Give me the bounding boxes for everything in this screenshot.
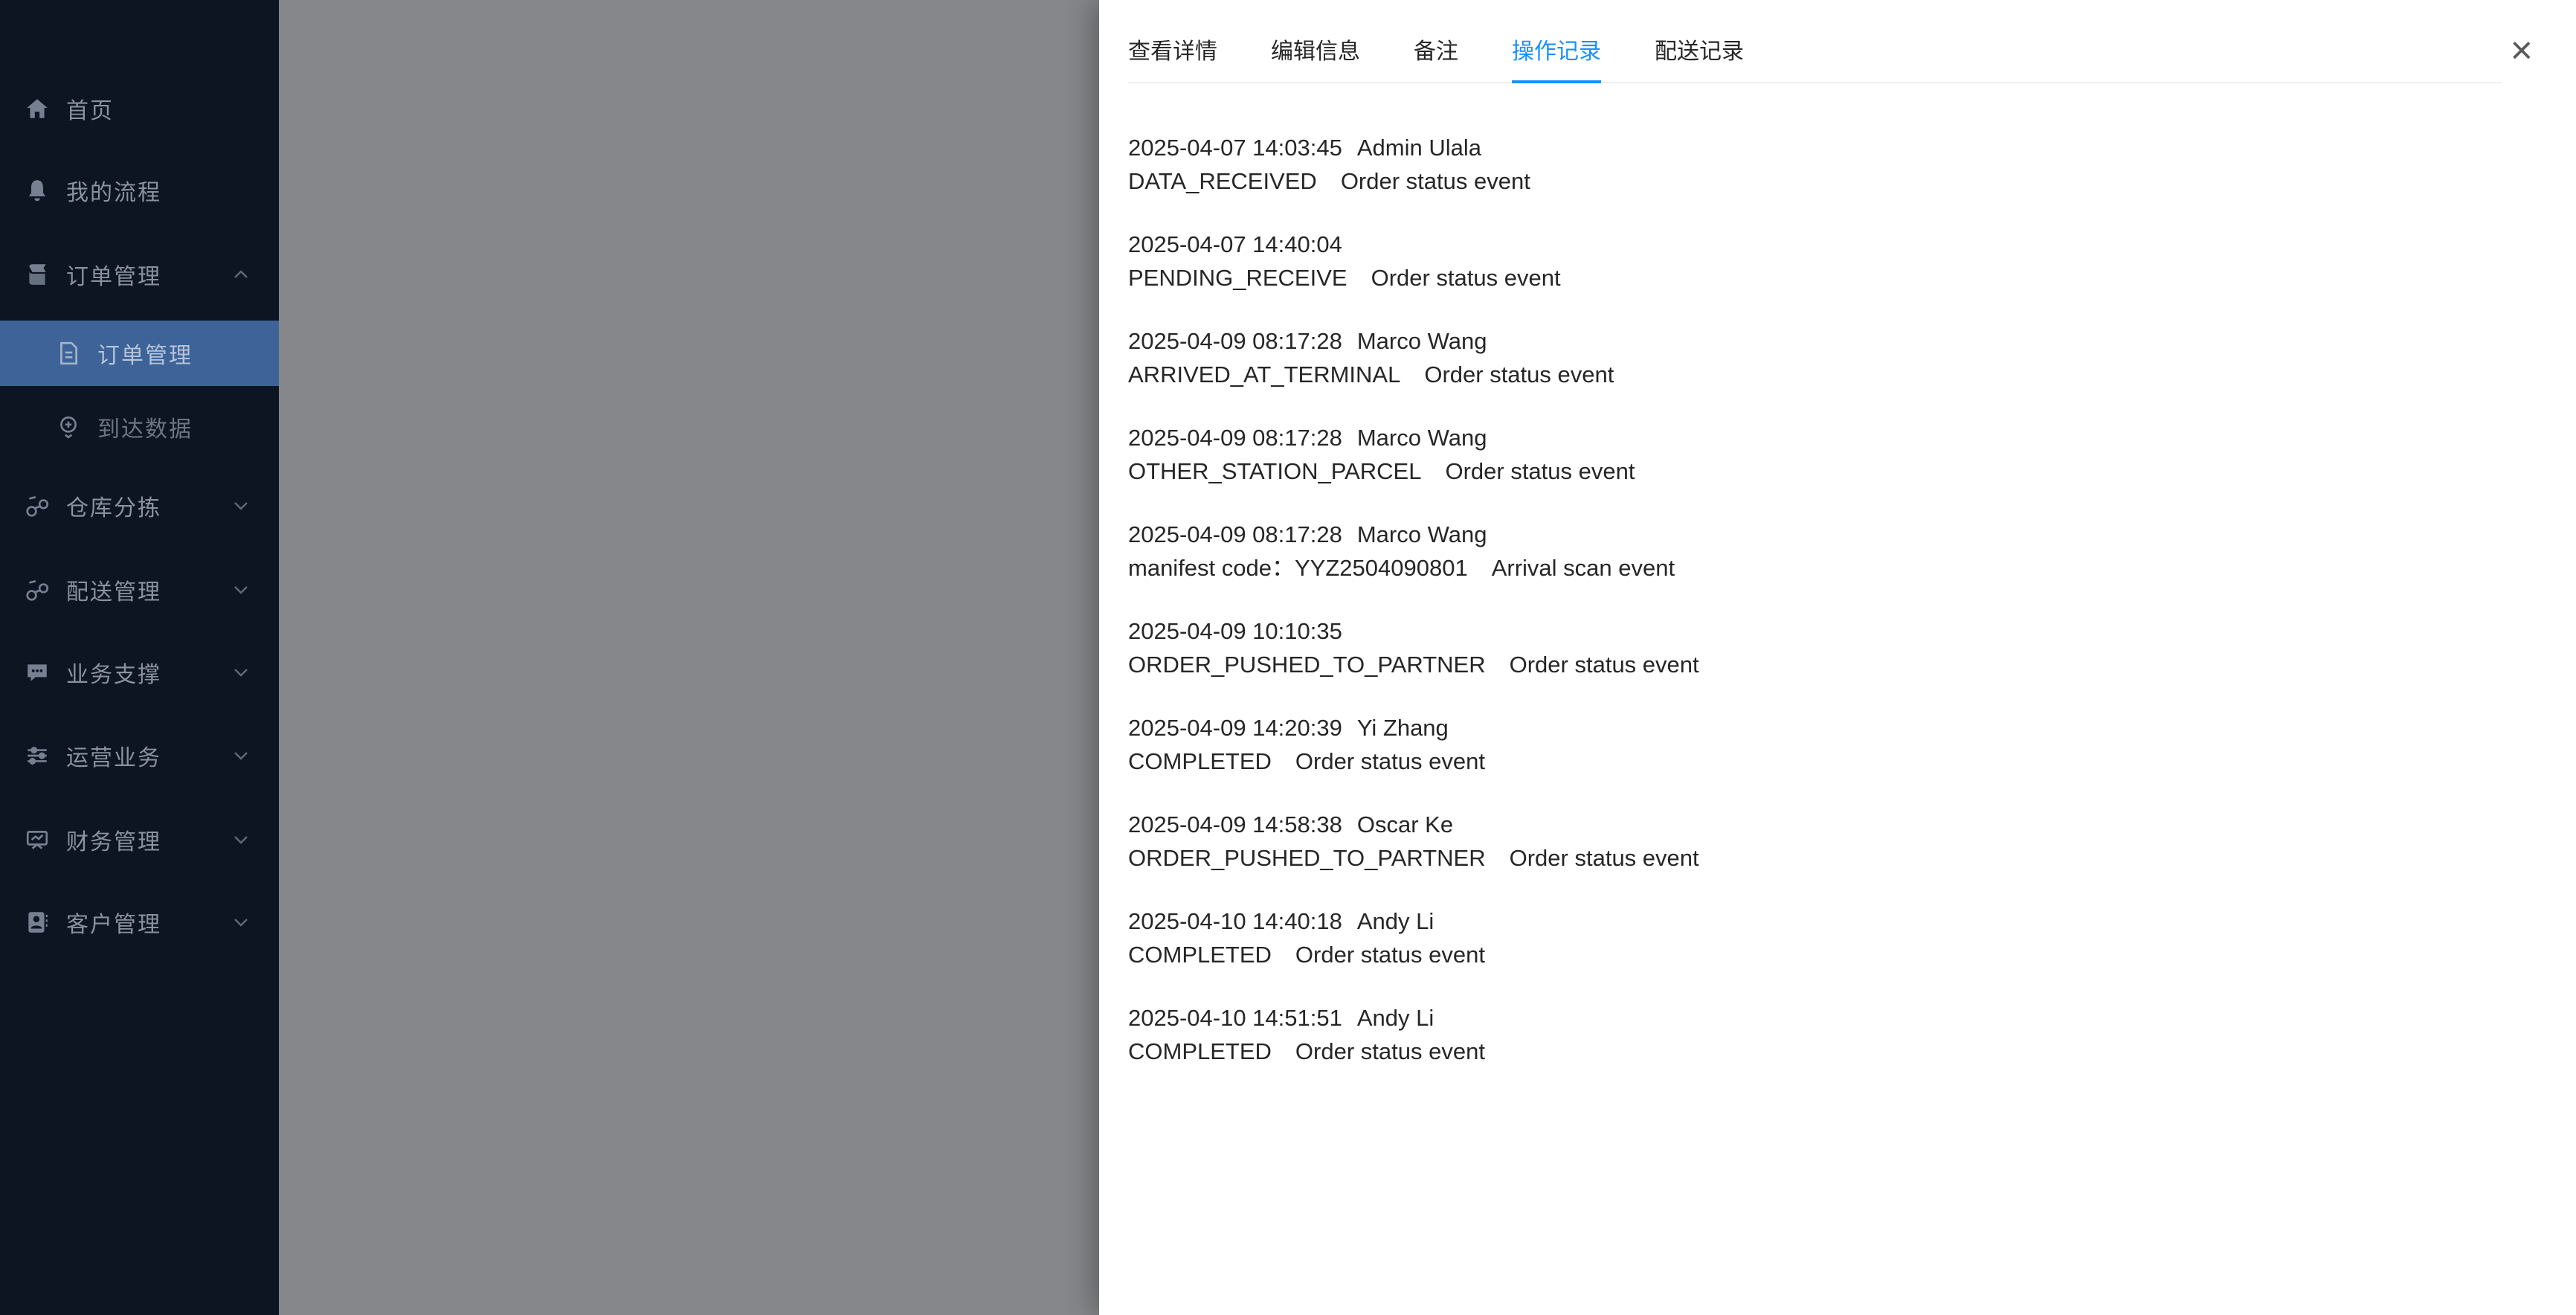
sidebar-item-label: 到达数据 <box>97 411 193 443</box>
record-event-type: Order status event <box>1295 942 1485 968</box>
record-time: 2025-04-09 08:17:28 <box>1128 328 1342 354</box>
record-event-type: Order status event <box>1510 652 1699 678</box>
operation-record: 2025-04-09 08:17:28 Marco Wang ARRIVED_AT… <box>1128 324 2531 391</box>
sidebar-item-label: 财务管理 <box>66 823 161 856</box>
book-icon <box>25 262 50 287</box>
record-status: OTHER_STATION_PARCEL <box>1128 458 1421 484</box>
location-plus-icon <box>56 414 81 440</box>
sidebar-item-label: 首页 <box>66 92 114 125</box>
sidebar-item-delivery-management[interactable]: 配送管理 <box>0 556 279 623</box>
bell-icon <box>25 178 50 203</box>
record-time: 2025-04-09 14:58:38 <box>1128 811 1342 837</box>
record-operator: Andy Li <box>1357 908 1434 934</box>
sidebar-item-label: 订单管理 <box>97 337 193 370</box>
record-event-type: Order status event <box>1510 845 1699 871</box>
sidebar-item-operations[interactable]: 运营业务 <box>0 722 279 789</box>
record-time: 2025-04-09 08:17:28 <box>1128 425 1342 451</box>
drawer-tab-remarks[interactable]: 备注 <box>1414 18 1458 83</box>
record-operator: Marco Wang <box>1357 521 1487 547</box>
chevron-down-icon <box>231 746 251 765</box>
sidebar-item-label: 运营业务 <box>66 739 161 772</box>
sidebar-item-home[interactable]: 首页 <box>0 75 279 142</box>
operation-record: 2025-04-07 14:40:04 PENDING_RECEIVE Order… <box>1128 228 2531 295</box>
record-status: PENDING_RECEIVE <box>1128 265 1347 291</box>
record-event-type: Order status event <box>1341 168 1530 194</box>
record-event-type: Order status event <box>1424 361 1614 388</box>
order-management-app: 订单管理 / 订单管理 « 首页 我的流程 订单管理 <box>0 0 2576 1315</box>
chevron-down-icon <box>231 913 251 932</box>
operation-record: 2025-04-09 08:17:28 Marco Wang manifest c… <box>1128 518 2531 585</box>
sorting-icon <box>25 577 50 602</box>
sorting-icon <box>25 493 50 518</box>
chevron-down-icon <box>231 830 251 849</box>
record-status: COMPLETED <box>1128 1038 1272 1064</box>
record-time: 2025-04-10 14:40:18 <box>1128 908 1342 934</box>
chevron-down-icon <box>231 663 251 682</box>
operation-record: 2025-04-10 14:40:18 Andy Li COMPLETED Orde… <box>1128 904 2531 971</box>
record-operator: Andy Li <box>1357 1005 1434 1031</box>
record-event-type: Arrival scan event <box>1492 555 1675 581</box>
record-event-type: Order status event <box>1371 265 1561 291</box>
chevron-down-icon <box>231 580 251 599</box>
drawer-tab-view-details[interactable]: 查看详情 <box>1128 18 1217 83</box>
chevron-down-icon <box>231 496 251 515</box>
record-event-type: Order status event <box>1295 1038 1485 1064</box>
sidebar-item-label: 订单管理 <box>66 258 161 291</box>
operation-record: 2025-04-07 14:03:45 Admin Ulala DATA_RECE… <box>1128 131 2531 198</box>
sidebar-item-finance[interactable]: 财务管理 <box>0 806 279 873</box>
operation-record-list: 2025-04-07 14:03:45 Admin Ulala DATA_RECE… <box>1128 131 2531 1098</box>
chart-board-icon <box>25 827 50 852</box>
record-operator: Yi Zhang <box>1357 715 1449 741</box>
record-status: DATA_RECEIVED <box>1128 168 1317 194</box>
sidebar-subitem-order-management[interactable]: 订单管理 <box>0 321 279 386</box>
sidebar-item-label: 配送管理 <box>66 573 161 606</box>
contacts-icon <box>25 910 50 935</box>
chevron-up-icon <box>231 265 251 284</box>
record-time: 2025-04-09 10:10:35 <box>1128 618 1342 644</box>
file-icon <box>56 341 81 366</box>
record-event-type: Order status event <box>1295 748 1485 774</box>
record-time: 2025-04-10 14:51:51 <box>1128 1005 1342 1031</box>
operation-record: 2025-04-09 10:10:35 ORDER_PUSHED_TO_PART… <box>1128 614 2531 681</box>
record-time: 2025-04-07 14:40:04 <box>1128 231 1342 257</box>
drawer-tab-edit-info[interactable]: 编辑信息 <box>1271 18 1360 83</box>
sliders-icon <box>25 743 50 768</box>
sidebar-item-customer-management[interactable]: 客户管理 <box>0 889 279 956</box>
operation-record: 2025-04-10 14:51:51 Andy Li COMPLETED Orde… <box>1128 1001 2531 1068</box>
record-time: 2025-04-09 14:20:39 <box>1128 715 1342 741</box>
record-status: ORDER_PUSHED_TO_PARTNER <box>1128 652 1486 678</box>
record-operator: Marco Wang <box>1357 425 1487 451</box>
drawer-tab-delivery-log[interactable]: 配送记录 <box>1655 18 1744 83</box>
sidebar-item-order-management[interactable]: 订单管理 <box>0 241 279 308</box>
record-status: manifest code：YYZ2504090801 <box>1128 555 1468 581</box>
sidebar-item-label: 仓库分拣 <box>66 489 161 522</box>
home-icon <box>25 96 50 121</box>
sidebar-item-label: 我的流程 <box>66 174 161 207</box>
drawer-tab-operation-log[interactable]: 操作记录 <box>1512 18 1601 83</box>
drawer-tabs: 查看详情 编辑信息 备注 操作记录 配送记录 <box>1128 0 1744 83</box>
sidebar-item-warehouse-sorting[interactable]: 仓库分拣 <box>0 472 279 539</box>
operation-record: 2025-04-09 14:58:38 Oscar Ke ORDER_PUSHED… <box>1128 808 2531 875</box>
record-operator: Oscar Ke <box>1357 811 1453 837</box>
record-operator: Marco Wang <box>1357 328 1487 354</box>
message-icon <box>25 660 50 685</box>
sidebar-subitem-arrival-data[interactable]: 到达数据 <box>0 393 279 460</box>
order-detail-drawer: 查看详情 编辑信息 备注 操作记录 配送记录 × 2025-04-07 14:0… <box>1099 0 2576 1315</box>
record-time: 2025-04-09 08:17:28 <box>1128 521 1342 547</box>
close-icon[interactable]: × <box>2511 31 2533 70</box>
operation-record: 2025-04-09 08:17:28 Marco Wang OTHER_STAT… <box>1128 421 2531 488</box>
sidebar-item-label: 业务支撑 <box>66 656 161 689</box>
record-status: ORDER_PUSHED_TO_PARTNER <box>1128 845 1486 871</box>
record-status: COMPLETED <box>1128 942 1272 968</box>
operation-record: 2025-04-09 14:20:39 Yi Zhang COMPLETED Ord… <box>1128 711 2531 778</box>
sidebar-item-business-support[interactable]: 业务支撑 <box>0 639 279 706</box>
record-operator: Admin Ulala <box>1357 135 1481 161</box>
sidebar-item-label: 客户管理 <box>66 906 161 939</box>
record-event-type: Order status event <box>1445 458 1635 484</box>
sidebar-item-my-flows[interactable]: 我的流程 <box>0 157 279 224</box>
record-status: COMPLETED <box>1128 748 1272 774</box>
record-time: 2025-04-07 14:03:45 <box>1128 135 1342 161</box>
record-status: ARRIVED_AT_TERMINAL <box>1128 361 1400 388</box>
sidebar: 首页 我的流程 订单管理 订单管理 到达数 <box>0 0 279 1315</box>
